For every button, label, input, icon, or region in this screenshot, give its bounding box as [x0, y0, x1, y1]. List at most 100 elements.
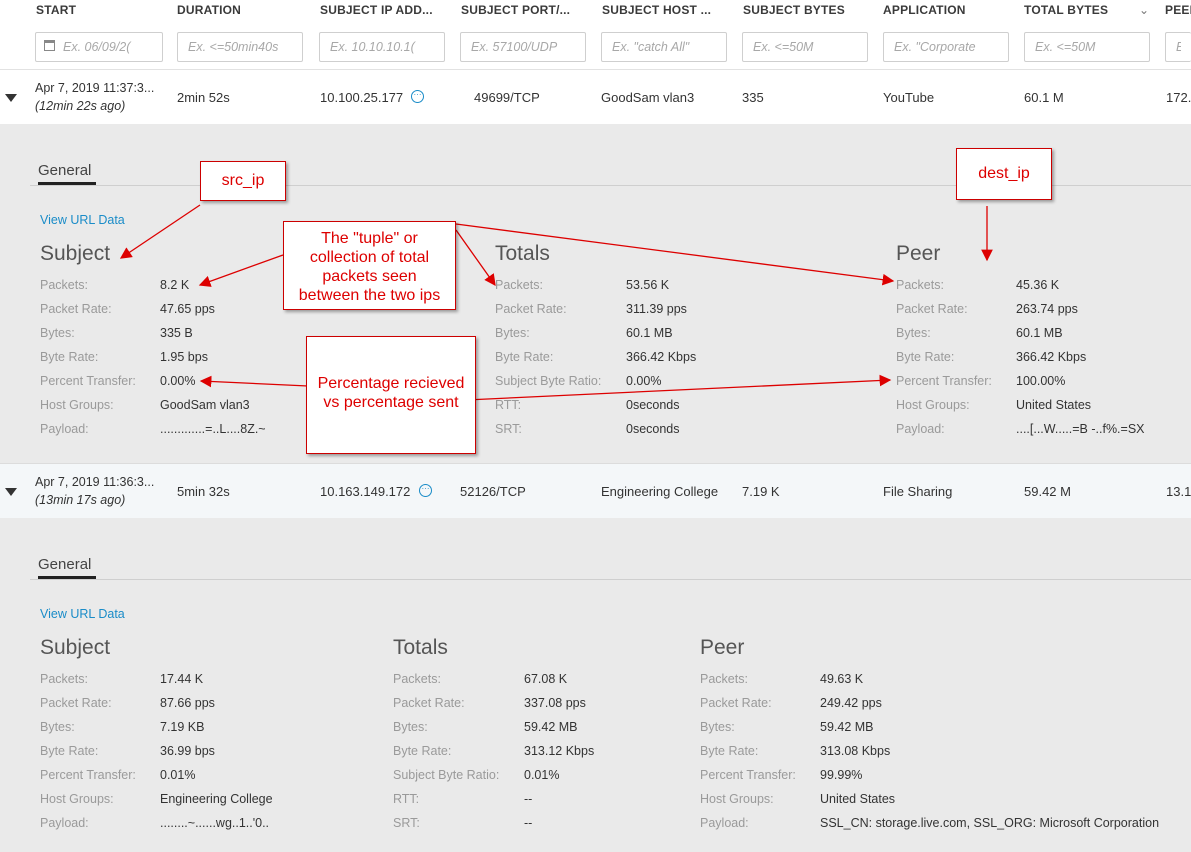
- caret-down-icon[interactable]: [5, 488, 17, 496]
- stat-value-packet-rate: 249.42 pps: [820, 696, 882, 710]
- stat-label-percent-transfer: Percent Transfer:: [40, 768, 136, 782]
- stat-label-payload: Payload:: [40, 816, 89, 830]
- subject-ip-filter-input[interactable]: [319, 32, 445, 62]
- column-header-total-bytes[interactable]: TOTAL BYTES: [1024, 3, 1108, 17]
- stat-label-percent-transfer: Percent Transfer:: [700, 768, 796, 782]
- stat-value-packets: 17.44 K: [160, 672, 204, 686]
- subject-host-link[interactable]: GoodSam vlan3: [601, 90, 694, 105]
- stat-label-subject-byte-ratio: Subject Byte Ratio:: [393, 768, 500, 782]
- ellipsis-circle-icon[interactable]: ···: [419, 484, 432, 497]
- stat-value-percent-transfer: 0.00%: [160, 374, 196, 388]
- column-header-subject-ip[interactable]: SUBJECT IP ADD...: [320, 3, 433, 17]
- subject-section-title: Subject: [40, 636, 111, 659]
- stat-label-packet-rate: Packet Rate:: [495, 302, 567, 316]
- duration-filter-input[interactable]: [177, 32, 303, 62]
- table-row[interactable]: Apr 7, 2019 11:37:3... (12min 22s ago) 2…: [0, 70, 1191, 124]
- stat-label-packets: Packets:: [40, 278, 88, 292]
- subject-port: 52126/TCP: [460, 484, 526, 499]
- stat-label-byte-rate: Byte Rate:: [393, 744, 452, 758]
- subject-section-title: Subject: [40, 242, 111, 265]
- start-time: Apr 7, 2019 11:37:3...: [35, 81, 155, 95]
- start-time: Apr 7, 2019 11:36:3...: [35, 475, 155, 489]
- tab-general[interactable]: General: [38, 162, 91, 179]
- subject-ip-link[interactable]: 10.100.25.177: [320, 90, 403, 105]
- stat-label-percent-transfer: Percent Transfer:: [40, 374, 136, 388]
- stat-value-srt: 0seconds: [626, 422, 680, 436]
- view-url-data-link[interactable]: View URL Data: [40, 213, 125, 227]
- stat-value-byte-rate: 36.99 bps: [160, 744, 215, 758]
- stat-value-rtt: --: [524, 792, 533, 806]
- duration: 2min 52s: [177, 90, 230, 105]
- stat-value-host-groups: United States: [1016, 398, 1092, 412]
- total-bytes-filter-input[interactable]: [1024, 32, 1150, 62]
- application: File Sharing: [883, 484, 953, 499]
- stat-value-packet-rate: 337.08 pps: [524, 696, 586, 710]
- stat-value-srt: --: [524, 816, 533, 830]
- stat-value-bytes: 59.42 MB: [524, 720, 578, 734]
- view-url-data-link[interactable]: View URL Data: [40, 607, 125, 621]
- stat-label-packets: Packets:: [700, 672, 748, 686]
- stat-label-payload: Payload:: [40, 422, 89, 436]
- stat-value-byte-rate: 1.95 bps: [160, 350, 208, 364]
- filter-row: [0, 28, 1191, 70]
- stat-value-bytes: 60.1 MB: [1016, 326, 1063, 340]
- subject-bytes: 7.19 K: [742, 484, 780, 499]
- table-row[interactable]: Apr 7, 2019 11:36:3... (13min 17s ago) 5…: [0, 464, 1191, 518]
- table-header: START DURATION SUBJECT IP ADD... SUBJECT…: [0, 0, 1191, 29]
- stat-value-packet-rate: 263.74 pps: [1016, 302, 1078, 316]
- stat-value-host-groups: Engineering College: [160, 792, 273, 806]
- subject-bytes: 335: [742, 90, 764, 105]
- percentage-annotation: Percentage recieved vs percentage sent: [306, 336, 476, 454]
- divider: [30, 579, 1191, 580]
- stat-value-percent-transfer: 0.01%: [160, 768, 196, 782]
- stat-label-packets: Packets:: [896, 278, 944, 292]
- dest-ip-annotation: dest_ip: [956, 148, 1052, 200]
- stat-label-bytes: Bytes:: [495, 326, 530, 340]
- peer-filter-input[interactable]: [1165, 32, 1191, 62]
- column-header-subject-bytes[interactable]: SUBJECT BYTES: [743, 3, 845, 17]
- caret-down-icon[interactable]: [5, 94, 17, 102]
- column-header-start[interactable]: START: [36, 3, 76, 17]
- ellipsis-circle-icon[interactable]: ···: [411, 90, 424, 103]
- percentage-annotation-line: Percentage recieved: [317, 375, 465, 392]
- stat-label-bytes: Bytes:: [393, 720, 428, 734]
- tuple-annotation-line: packets seen: [322, 268, 417, 285]
- peer-ip-link[interactable]: 172.: [1166, 90, 1191, 105]
- tab-general[interactable]: General: [38, 556, 91, 573]
- calendar-icon[interactable]: [44, 40, 55, 51]
- total-bytes: 60.1 M: [1024, 90, 1064, 105]
- start-ago: (13min 17s ago): [35, 493, 126, 507]
- stat-label-packet-rate: Packet Rate:: [40, 302, 112, 316]
- subject-ip-link[interactable]: 10.163.149.172: [320, 484, 410, 499]
- stat-label-srt: SRT:: [495, 422, 522, 436]
- column-header-peer[interactable]: PEEI: [1165, 3, 1191, 17]
- stat-label-host-groups: Host Groups:: [700, 792, 774, 806]
- stat-value-bytes: 7.19 KB: [160, 720, 205, 734]
- column-header-duration[interactable]: DURATION: [177, 3, 241, 17]
- subject-host-filter-input[interactable]: [601, 32, 727, 62]
- stat-label-byte-rate: Byte Rate:: [40, 350, 99, 364]
- percentage-annotation-line: vs percentage sent: [323, 394, 459, 411]
- chevron-down-icon[interactable]: ⌄: [1139, 3, 1149, 17]
- tuple-annotation: The "tuple" or collection of total packe…: [283, 221, 456, 310]
- peer-ip-link[interactable]: 13.1: [1166, 484, 1191, 499]
- stat-label-rtt: RTT:: [495, 398, 522, 412]
- column-header-application[interactable]: APPLICATION: [883, 3, 966, 17]
- stat-value-payload: .............=..L....8Z.~: [160, 422, 266, 436]
- stat-value-packet-rate: 87.66 pps: [160, 696, 215, 710]
- stat-value-packets: 53.56 K: [626, 278, 670, 292]
- stat-label-srt: SRT:: [393, 816, 420, 830]
- tuple-annotation-line: collection of total: [309, 249, 430, 266]
- column-header-subject-port[interactable]: SUBJECT PORT/...: [461, 3, 570, 17]
- subject-port-filter-input[interactable]: [460, 32, 586, 62]
- stat-label-host-groups: Host Groups:: [40, 398, 114, 412]
- subject-bytes-filter-input[interactable]: [742, 32, 868, 62]
- stat-value-bytes: 59.42 MB: [820, 720, 874, 734]
- column-header-subject-host[interactable]: SUBJECT HOST ...: [602, 3, 711, 17]
- application: YouTube: [883, 90, 935, 105]
- stat-value-byte-rate: 313.08 Kbps: [820, 744, 891, 758]
- src-ip-annotation: src_ip: [200, 161, 286, 201]
- stat-value-packets: 45.36 K: [1016, 278, 1060, 292]
- subject-host-link[interactable]: Engineering College: [601, 484, 718, 499]
- application-filter-input[interactable]: [883, 32, 1009, 62]
